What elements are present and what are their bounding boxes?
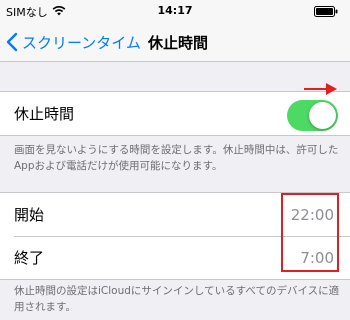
highlight-box-annotation bbox=[281, 193, 339, 272]
downtime-row: 休止時間 bbox=[0, 92, 350, 135]
sync-note: 休止時間の設定はiCloudにサインインしているすべてのデバイスに適用されます。 bbox=[14, 285, 340, 314]
toggle-knob bbox=[309, 102, 336, 129]
chevron-left-icon bbox=[6, 32, 18, 52]
downtime-description: 画面を見ないようにする時間を設定します。休止時間中は、許可したAppおよび電話だ… bbox=[14, 144, 339, 173]
battery-icon bbox=[314, 6, 338, 17]
navigation-bar: スクリーンタイム 休止時間 bbox=[0, 22, 350, 62]
start-label: 開始 bbox=[14, 206, 45, 224]
downtime-label: 休止時間 bbox=[14, 105, 75, 123]
downtime-toggle[interactable] bbox=[287, 100, 338, 131]
status-time: 14:17 bbox=[157, 4, 193, 17]
end-label: 終了 bbox=[14, 249, 45, 267]
status-bar: SIMなし 14:17 bbox=[0, 0, 350, 22]
red-arrow-annotation bbox=[304, 83, 337, 95]
back-button[interactable]: スクリーンタイム bbox=[6, 31, 141, 53]
back-button-label: スクリーンタイム bbox=[22, 33, 141, 52]
page-title: 休止時間 bbox=[148, 34, 209, 52]
downtime-group: 休止時間 bbox=[0, 91, 350, 136]
